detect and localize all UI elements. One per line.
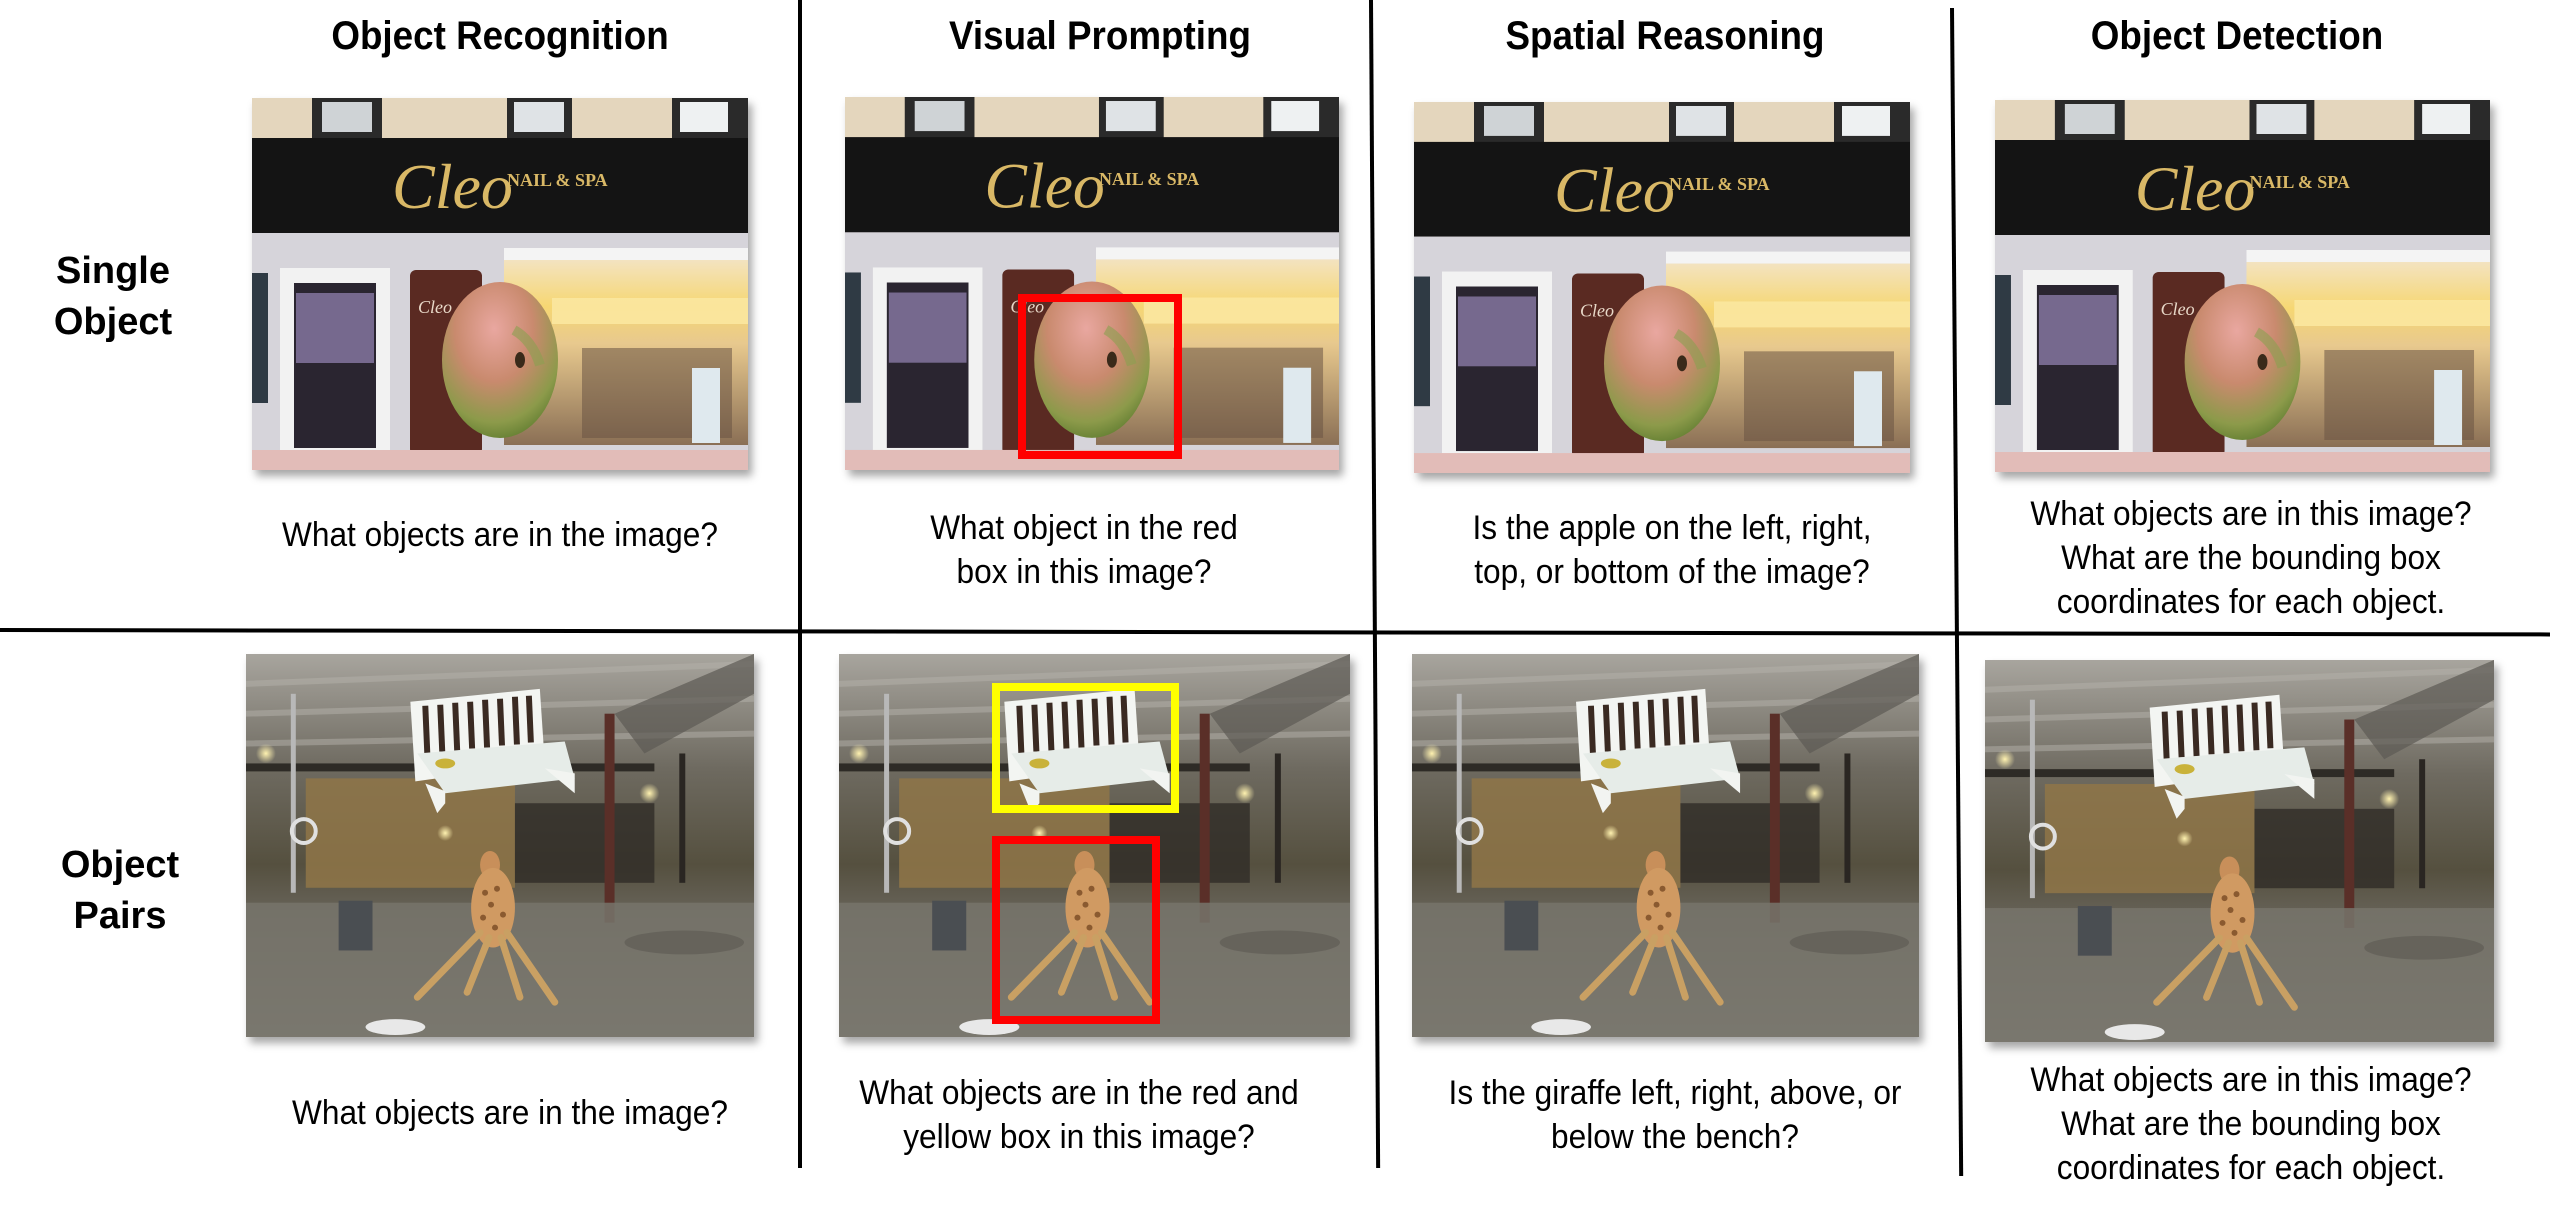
red-bounding-box-giraffe xyxy=(992,836,1160,1024)
caption-line: What objects are in this image? xyxy=(2030,1061,2472,1099)
column-header-spatial-reasoning: Spatial Reasoning xyxy=(1505,14,1825,58)
caption-pairs-spatial-reasoning: Is the giraffe left, right, above, or be… xyxy=(1424,1071,1926,1159)
caption-single-spatial-reasoning: Is the apple on the left, right, top, or… xyxy=(1430,506,1914,594)
caption-line: What are the bounding box xyxy=(2061,539,2441,577)
caption-pairs-object-recognition: What objects are in the image? xyxy=(278,1091,743,1135)
caption-line: below the bench? xyxy=(1551,1118,1799,1156)
row-label-single-object: Single Object xyxy=(0,246,233,348)
yellow-bounding-box-bench xyxy=(992,683,1179,813)
column-divider-3 xyxy=(1950,7,1964,1176)
caption-pairs-object-detection: What objects are in this image? What are… xyxy=(2000,1058,2502,1190)
row-label-line: Object xyxy=(53,301,173,343)
caption-line: What object in the red xyxy=(930,509,1238,547)
column-divider-1 xyxy=(798,0,802,1168)
caption-line: What objects are in the image? xyxy=(292,1094,728,1132)
caption-single-object-recognition: What objects are in the image? xyxy=(268,513,733,557)
row-label-line: Pairs xyxy=(73,895,167,937)
caption-line: box in this image? xyxy=(956,553,1212,591)
row-divider xyxy=(0,628,2550,637)
image-pairs-object-recognition xyxy=(246,654,754,1037)
row-label-line: Single xyxy=(55,250,171,292)
image-single-object-recognition xyxy=(252,98,748,470)
caption-line: What objects are in the red and xyxy=(859,1074,1299,1112)
row-label-object-pairs: Object Pairs xyxy=(0,840,240,942)
caption-single-visual-prompting: What object in the red box in this image… xyxy=(852,506,1317,594)
image-pairs-spatial-reasoning xyxy=(1412,654,1919,1037)
image-single-spatial-reasoning xyxy=(1414,102,1910,473)
image-single-object-detection xyxy=(1995,100,2490,472)
column-header-object-detection: Object Detection xyxy=(2090,14,2384,58)
caption-line: coordinates for each object. xyxy=(2056,583,2446,621)
caption-line: What objects are in the image? xyxy=(282,516,718,554)
image-pairs-object-detection xyxy=(1985,660,2494,1042)
column-divider-2 xyxy=(1369,0,1381,1168)
caption-line: Is the giraffe left, right, above, or xyxy=(1448,1074,1902,1112)
caption-line: top, or bottom of the image? xyxy=(1474,553,1870,591)
caption-single-object-detection: What objects are in this image? What are… xyxy=(2000,492,2502,624)
column-header-visual-prompting: Visual Prompting xyxy=(949,14,1251,58)
caption-pairs-visual-prompting: What objects are in the red and yellow b… xyxy=(833,1071,1326,1159)
column-header-object-recognition: Object Recognition xyxy=(331,14,669,58)
row-label-line: Object xyxy=(60,844,180,886)
caption-line: coordinates for each object. xyxy=(2056,1149,2446,1187)
caption-line: yellow box in this image? xyxy=(903,1118,1255,1156)
red-bounding-box-apple xyxy=(1018,294,1182,459)
caption-line: Is the apple on the left, right, xyxy=(1472,509,1872,547)
caption-line: What objects are in this image? xyxy=(2030,495,2472,533)
caption-line: What are the bounding box xyxy=(2061,1105,2441,1143)
